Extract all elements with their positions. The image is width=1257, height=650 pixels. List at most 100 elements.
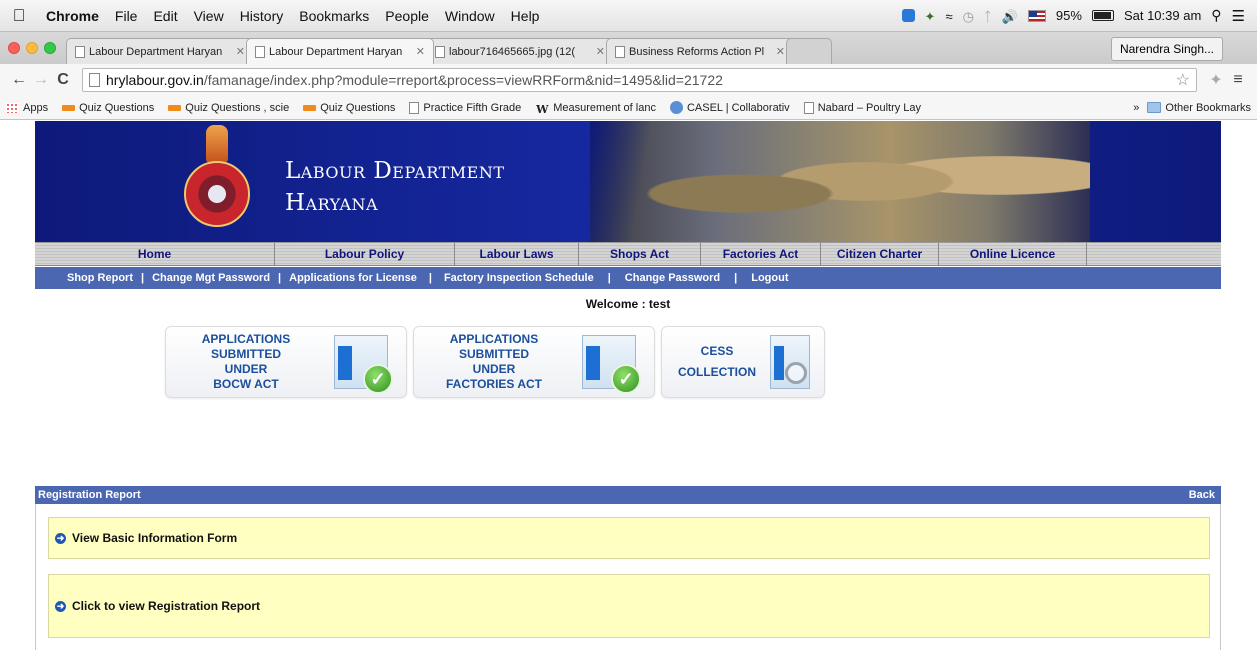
reload-icon[interactable]: C bbox=[52, 71, 74, 89]
tile-label-line: BOCW Act bbox=[213, 377, 279, 391]
tab-title: Business Reforms Action Pl bbox=[629, 45, 765, 58]
bookmark-star-icon[interactable]: ☆ bbox=[1176, 70, 1190, 90]
tab-business-reforms[interactable]: Business Reforms Action Pl ✕ bbox=[606, 38, 794, 64]
volume-icon[interactable]: 🔊 bbox=[1002, 9, 1018, 24]
menu-bookmarks[interactable]: Bookmarks bbox=[291, 8, 377, 24]
panel-label[interactable]: Click to view Registration Report bbox=[72, 599, 260, 613]
spotlight-icon[interactable]: ⚲ bbox=[1211, 7, 1221, 24]
close-tab-icon[interactable]: ✕ bbox=[416, 45, 425, 58]
page-icon bbox=[615, 45, 625, 58]
apple-logo-icon[interactable]:  bbox=[0, 6, 38, 26]
casel-icon bbox=[669, 101, 683, 114]
nav-citizen-charter[interactable]: Citizen Charter bbox=[821, 243, 939, 265]
view-basic-information-panel[interactable]: ➜ View Basic Information Form bbox=[48, 517, 1210, 559]
close-tab-icon[interactable]: ✕ bbox=[776, 45, 785, 58]
mac-menu-bar:  Chrome File Edit View History Bookmark… bbox=[0, 0, 1257, 32]
bookmarks-overflow: » Other Bookmarks bbox=[1133, 102, 1251, 114]
separator: | bbox=[428, 272, 432, 284]
input-source-flag-icon[interactable] bbox=[1027, 9, 1046, 22]
forward-arrow-icon[interactable]: → bbox=[30, 71, 52, 89]
bookmark-nabard[interactable]: Nabard – Poultry Lay bbox=[803, 101, 921, 114]
department-title: Labour Department Haryana bbox=[285, 155, 505, 219]
emblem-seal bbox=[184, 161, 250, 227]
close-tab-icon[interactable]: ✕ bbox=[596, 45, 605, 58]
menu-history[interactable]: History bbox=[232, 8, 292, 24]
address-bar[interactable]: hrylabour.gov.in /famanage/index.php?mod… bbox=[82, 68, 1197, 92]
menu-window[interactable]: Window bbox=[437, 8, 503, 24]
menu-help[interactable]: Help bbox=[503, 8, 548, 24]
tile-label-line: Applications Submitted bbox=[201, 332, 291, 361]
profile-button[interactable]: Narendra Singh... bbox=[1110, 37, 1223, 61]
tab-labour-department-active[interactable]: Labour Department Haryan ✕ bbox=[246, 38, 434, 64]
close-window-icon[interactable] bbox=[8, 42, 20, 54]
bookmarks-overflow-chevron[interactable]: » bbox=[1133, 102, 1139, 114]
document-search-icon bbox=[770, 335, 810, 389]
document-check-icon: ✓ bbox=[582, 335, 641, 394]
magnifier-icon bbox=[785, 362, 807, 384]
new-tab-button[interactable] bbox=[786, 38, 832, 64]
bookmark-apps[interactable]: Apps bbox=[6, 102, 48, 114]
tile-label: CESS Collection bbox=[662, 344, 772, 380]
menu-view[interactable]: View bbox=[186, 8, 232, 24]
close-tab-icon[interactable]: ✕ bbox=[236, 45, 245, 58]
zoom-window-icon[interactable] bbox=[44, 42, 56, 54]
nav-online-licence[interactable]: Online Licence bbox=[939, 243, 1087, 265]
header-photo-collage bbox=[590, 121, 1090, 242]
separator: | bbox=[278, 272, 282, 284]
notification-center-icon[interactable]: ☰ bbox=[1232, 7, 1245, 25]
link-applications-for-license[interactable]: Applications for License bbox=[289, 272, 417, 284]
battery-percent: 95% bbox=[1055, 8, 1082, 23]
quiz-bookmark-icon bbox=[303, 104, 317, 111]
link-shop-report[interactable]: Shop Report bbox=[67, 272, 133, 284]
clock[interactable]: Sat 10:39 am bbox=[1124, 8, 1201, 23]
bookmark-quiz-3[interactable]: Quiz Questions bbox=[303, 102, 395, 114]
menu-chrome[interactable]: Chrome bbox=[38, 8, 107, 24]
wifi-icon[interactable]: ≈ bbox=[945, 9, 952, 24]
time-machine-icon[interactable]: ◷ bbox=[963, 9, 974, 24]
tab-labour-jpg[interactable]: labour716465665.jpg (12( ✕ bbox=[426, 38, 614, 64]
tile-bocw-applications[interactable]: Applications Submitted Under BOCW Act ✓ bbox=[165, 326, 407, 398]
page-icon bbox=[803, 101, 814, 114]
tile-factories-applications[interactable]: Applications Submitted Under Factories A… bbox=[413, 326, 655, 398]
extension-icon[interactable]: ✦ bbox=[1205, 70, 1227, 90]
bluetooth-icon[interactable]: ᛏ bbox=[984, 9, 992, 24]
nav-factories-act[interactable]: Factories Act bbox=[701, 243, 821, 265]
chrome-menu-icon[interactable]: ≡ bbox=[1227, 71, 1249, 89]
browser-toolbar: ← → C hrylabour.gov.in /famanage/index.p… bbox=[0, 64, 1257, 96]
bookmark-quiz-2[interactable]: Quiz Questions , scie bbox=[168, 102, 289, 114]
menu-people[interactable]: People bbox=[377, 8, 437, 24]
link-logout[interactable]: Logout bbox=[751, 272, 788, 284]
hotspot-icon[interactable]: ✦ bbox=[925, 9, 936, 24]
view-registration-report-panel[interactable]: ➜ Click to view Registration Report bbox=[48, 574, 1210, 638]
other-bookmarks[interactable]: Other Bookmarks bbox=[1147, 102, 1251, 114]
bookmark-quiz-1[interactable]: Quiz Questions bbox=[62, 102, 154, 114]
menu-file[interactable]: File bbox=[107, 8, 146, 24]
tile-label-line: Collection bbox=[678, 365, 756, 379]
bookmarks-bar: Apps Quiz Questions Quiz Questions , sci… bbox=[0, 96, 1257, 120]
site-header: Labour Department Haryana bbox=[35, 121, 1221, 242]
dropbox-icon[interactable] bbox=[901, 9, 915, 22]
back-link[interactable]: Back bbox=[1189, 489, 1215, 501]
welcome-message: Welcome : test bbox=[585, 297, 671, 311]
panel-label[interactable]: View Basic Information Form bbox=[72, 531, 237, 545]
nav-labour-laws[interactable]: Labour Laws bbox=[455, 243, 579, 265]
bookmark-label: Quiz Questions bbox=[79, 101, 155, 114]
nav-shops-act[interactable]: Shops Act bbox=[579, 243, 701, 265]
link-change-mgt-password[interactable]: Change Mgt Password bbox=[152, 272, 270, 284]
nav-labour-policy[interactable]: Labour Policy bbox=[275, 243, 455, 265]
tile-cess-collection[interactable]: CESS Collection bbox=[661, 326, 825, 398]
bookmark-measurement[interactable]: W Measurement of lanc bbox=[535, 102, 656, 114]
menu-edit[interactable]: Edit bbox=[145, 8, 185, 24]
haryana-emblem-logo bbox=[174, 125, 260, 235]
link-factory-inspection-schedule[interactable]: Factory Inspection Schedule bbox=[444, 272, 594, 284]
separator: | bbox=[607, 272, 611, 284]
battery-icon[interactable] bbox=[1091, 10, 1114, 21]
back-arrow-icon[interactable]: ← bbox=[8, 71, 30, 89]
tile-label-line: CESS bbox=[700, 344, 734, 358]
tab-labour-department-1[interactable]: Labour Department Haryan ✕ bbox=[66, 38, 254, 64]
bookmark-practice[interactable]: Practice Fifth Grade bbox=[409, 101, 521, 114]
link-change-password[interactable]: Change Password bbox=[625, 272, 720, 284]
nav-home[interactable]: Home bbox=[35, 243, 275, 265]
minimize-window-icon[interactable] bbox=[26, 42, 38, 54]
bookmark-casel[interactable]: CASEL | Collaborativ bbox=[669, 101, 790, 114]
